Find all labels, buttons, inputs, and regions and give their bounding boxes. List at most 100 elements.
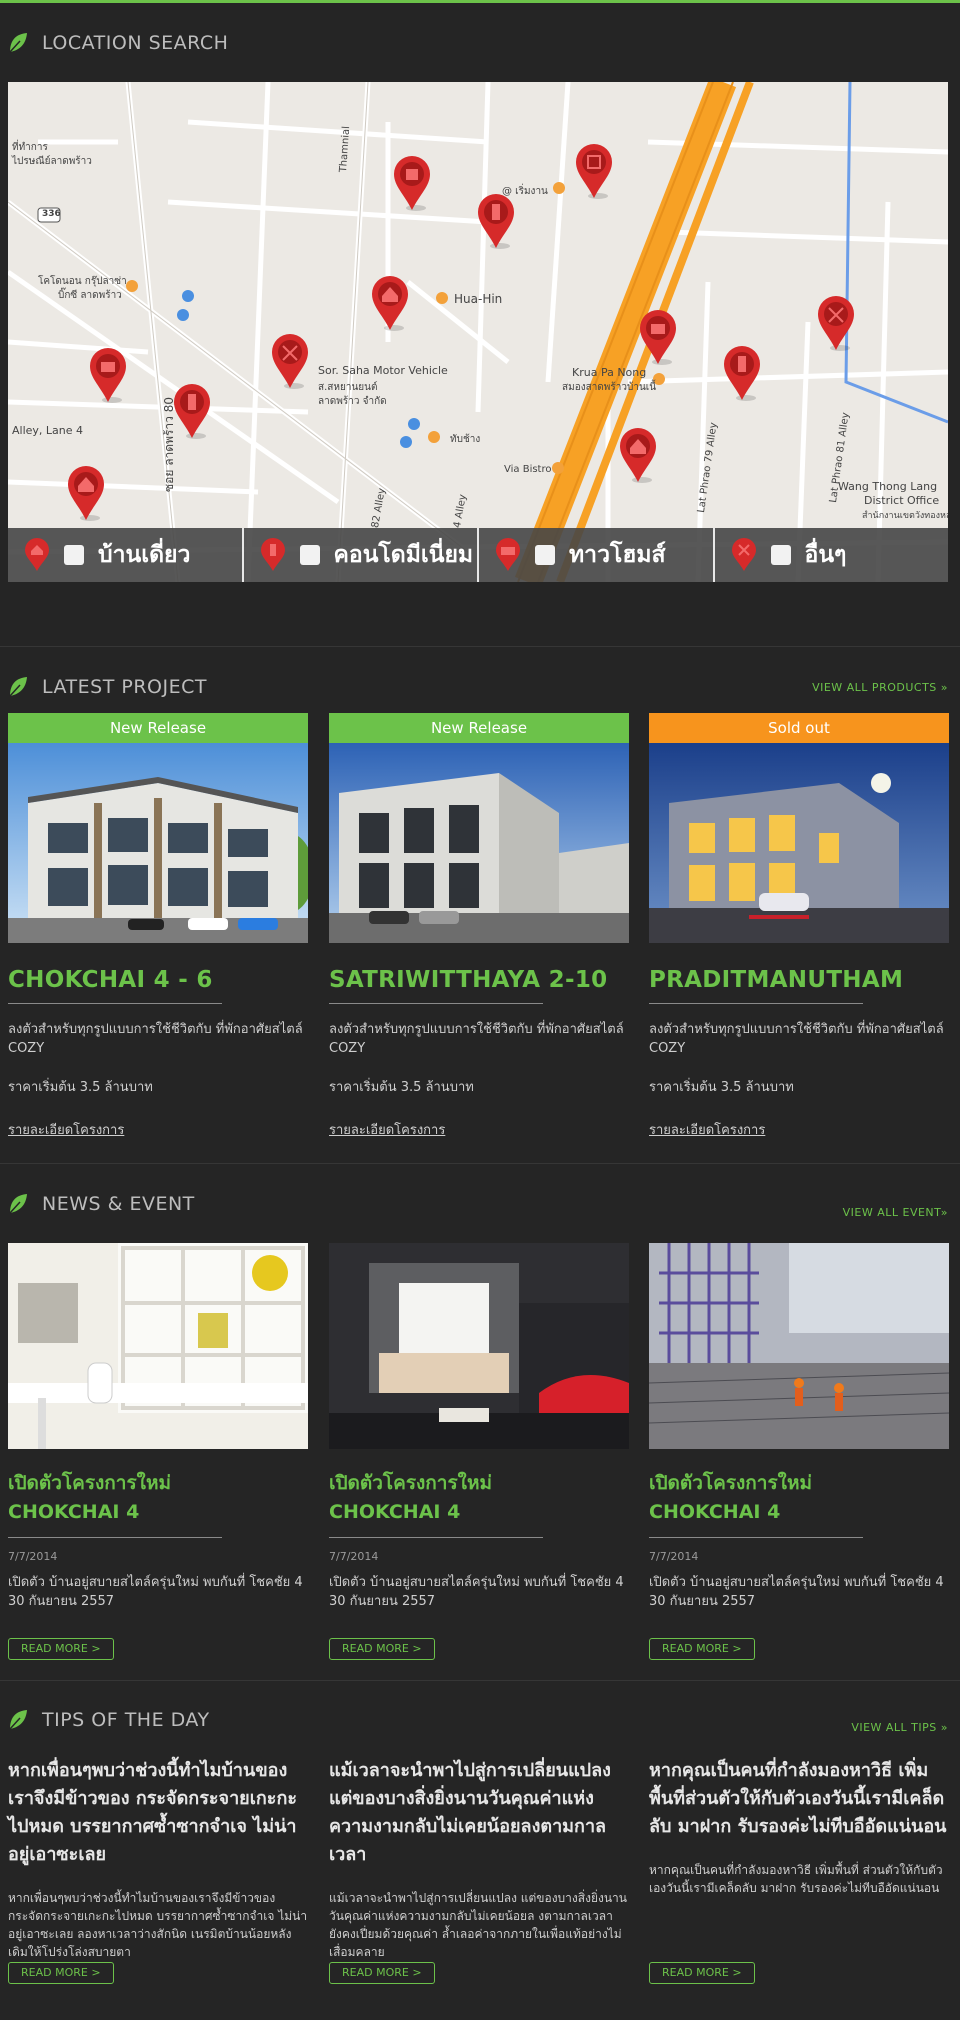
project-detail-link[interactable]: รายละเอียดโครงการ [649,1119,765,1140]
news-text: เปิดตัว บ้านอยู่สบายสไตล์ครุ่นใหม่ พบกัน… [8,1575,303,1609]
project-name[interactable]: CHOKCHAI 4 - 6 [8,967,308,993]
news-title[interactable]: เปิดตัวโครงการใหม่ CHOKCHAI 4 [329,1469,629,1527]
filter-other[interactable]: อื่นๆ [715,528,949,582]
map-pin-condo[interactable] [172,382,212,440]
read-more-button[interactable]: READ MORE > [649,1638,755,1660]
news-image[interactable] [8,1243,308,1449]
location-map[interactable]: ที่ทำการ ไปรษณีย์ลาดพร้าว 336 @ เริ่มงาน… [8,82,948,582]
project-card: New Release CHOKCHAI 4 - 6 ลงตัวสำหรับทุ… [8,713,308,1140]
project-description: ลงตัวสำหรับทุกรูปแบบการใช้ชีวิตกับ ที่พั… [649,1022,944,1056]
read-more-button[interactable]: READ MORE > [8,1962,114,1984]
section-title: LOCATION SEARCH [42,32,229,54]
tip-title[interactable]: หากเพื่อนๆพบว่าช่วงนี้ทำไมบ้านของเราจึงม… [8,1757,308,1869]
tip-text: หากเพื่อนๆพบว่าช่วงนี้ทำไมบ้านของเราจึงม… [8,1891,308,1959]
map-pin-house[interactable] [66,464,106,522]
map-pin-house[interactable] [370,274,410,332]
map-label: Wang Thong Lang [838,480,938,493]
project-card: Sold out PRADITMANUTHAM ลงตัวสำหรับทุกรู… [649,713,949,1140]
map-label: ส.สหยานยนต์ [318,382,378,393]
filter-checkbox[interactable] [535,545,555,565]
leaf-icon [9,677,27,697]
news-date: 7/7/2014 [8,1550,58,1563]
map-pin-house[interactable] [618,426,658,484]
title-underline [649,1003,863,1004]
section-divider [0,646,960,647]
title-underline [8,1003,222,1004]
project-description: ลงตัวสำหรับทุกรูปแบบการใช้ชีวิตกับ ที่พั… [329,1022,624,1056]
news-card: เปิดตัวโครงการใหม่ CHOKCHAI 4 7/7/2014 เป… [8,1243,308,1611]
section-divider [0,1163,960,1164]
leaf-icon [9,33,27,53]
filter-label: คอนโดมีเนี่ยม [333,542,474,568]
status-badge: New Release [329,713,629,743]
news-date: 7/7/2014 [329,1550,379,1563]
view-all-event-link[interactable]: VIEW ALL EVENT» [843,1206,948,1219]
map-label: District Office [864,494,940,507]
news-image[interactable] [329,1243,629,1449]
section-title: TIPS OF THE DAY [42,1709,210,1731]
view-all-tips-link[interactable]: VIEW ALL TIPS » [851,1721,948,1734]
map-pin-other[interactable] [574,142,614,200]
tip-title[interactable]: หากคุณเป็นคนที่กำลังมองหาวิธี เพิ่มพื้นท… [649,1757,949,1841]
title-underline [329,1537,543,1538]
map-pin-townhome[interactable] [392,154,432,212]
section-divider [0,1680,960,1681]
map-label: ไปรษณีย์ลาดพร้าว [12,156,92,167]
read-more-button[interactable]: READ MORE > [649,1962,755,1984]
news-title[interactable]: เปิดตัวโครงการใหม่ CHOKCHAI 4 [8,1469,308,1527]
filter-checkbox[interactable] [299,545,320,565]
filter-checkbox[interactable] [64,545,84,565]
townhome-icon [496,538,520,571]
project-name[interactable]: PRADITMANUTHAM [649,967,949,993]
project-image[interactable] [8,743,308,943]
leaf-icon [9,1194,27,1214]
news-title[interactable]: เปิดตัวโครงการใหม่ CHOKCHAI 4 [649,1469,949,1527]
project-price: ราคาเริ่มต้น 3.5 ล้านบาท [329,1080,474,1095]
project-image[interactable] [649,743,949,943]
news-card: เปิดตัวโครงการใหม่ CHOKCHAI 4 7/7/2014 เป… [329,1243,629,1611]
map-pin-other[interactable] [816,294,856,352]
news-text: เปิดตัว บ้านอยู่สบายสไตล์ครุ่นใหม่ พบกัน… [329,1575,624,1609]
news-image[interactable] [649,1243,949,1449]
map-pin-condo[interactable] [476,192,516,250]
filter-townhome[interactable]: ทาวโฮมส์ [479,528,715,582]
map-label: Krua Pa Nong [572,366,647,379]
project-detail-link[interactable]: รายละเอียดโครงการ [329,1119,445,1140]
title-underline [329,1003,543,1004]
project-card: New Release SATRIWITTHAYA 2-10 ลงตัวสำหร… [329,713,629,1140]
project-name[interactable]: SATRIWITTHAYA 2-10 [329,967,629,993]
project-image[interactable] [329,743,629,943]
tip-text: หากคุณเป็นคนที่กำลังมองหาวิธี เพิ่มพื้นท… [649,1863,943,1895]
condo-icon [260,538,285,571]
map-label: Hua-Hin [454,292,503,306]
read-more-button[interactable]: READ MORE > [329,1962,435,1984]
map-pin-condo[interactable] [722,344,762,402]
filter-label: ทาวโฮมส์ [569,542,666,568]
filter-house[interactable]: บ้านเดี่ยว [8,528,244,582]
latest-project-heading: LATEST PROJECT [8,672,207,702]
read-more-button[interactable]: READ MORE > [329,1638,435,1660]
view-all-products-link[interactable]: VIEW ALL PRODUCTS » [812,681,948,694]
read-more-button[interactable]: READ MORE > [8,1638,114,1660]
filter-label: บ้านเดี่ยว [98,542,191,568]
filter-label: อื่นๆ [804,542,847,568]
project-detail-link[interactable]: รายละเอียดโครงการ [8,1119,124,1140]
tip-title[interactable]: แม้เวลาจะนำพาไปสู่การเปลี่ยนแปลง แต่ของบ… [329,1757,629,1869]
map-label: ทับช้าง [450,434,481,445]
project-price: ราคาเริ่มต้น 3.5 ล้านบาท [8,1080,153,1095]
map-pin-other[interactable] [270,332,310,390]
location-search-heading: LOCATION SEARCH [8,28,228,58]
house-icon [25,538,49,571]
project-price: ราคาเริ่มต้น 3.5 ล้านบาท [649,1080,794,1095]
map-pin-townhome[interactable] [88,346,128,404]
filter-checkbox[interactable] [770,545,791,565]
map-label: ที่ทำการ [12,142,48,153]
filter-condo[interactable]: คอนโดมีเนี่ยม [244,528,479,582]
tip-card: หากเพื่อนๆพบว่าช่วงนี้ทำไมบ้านของเราจึงม… [8,1757,308,1961]
map-label: Alley, Lane 4 [12,424,84,437]
status-badge: New Release [8,713,308,743]
map-label: โคโดนอน กรุ๊ปลาซ่า [38,276,127,287]
news-event-heading: NEWS & EVENT [8,1189,195,1219]
news-text: เปิดตัว บ้านอยู่สบายสไตล์ครุ่นใหม่ พบกัน… [649,1575,944,1609]
map-pin-townhome[interactable] [638,308,678,366]
